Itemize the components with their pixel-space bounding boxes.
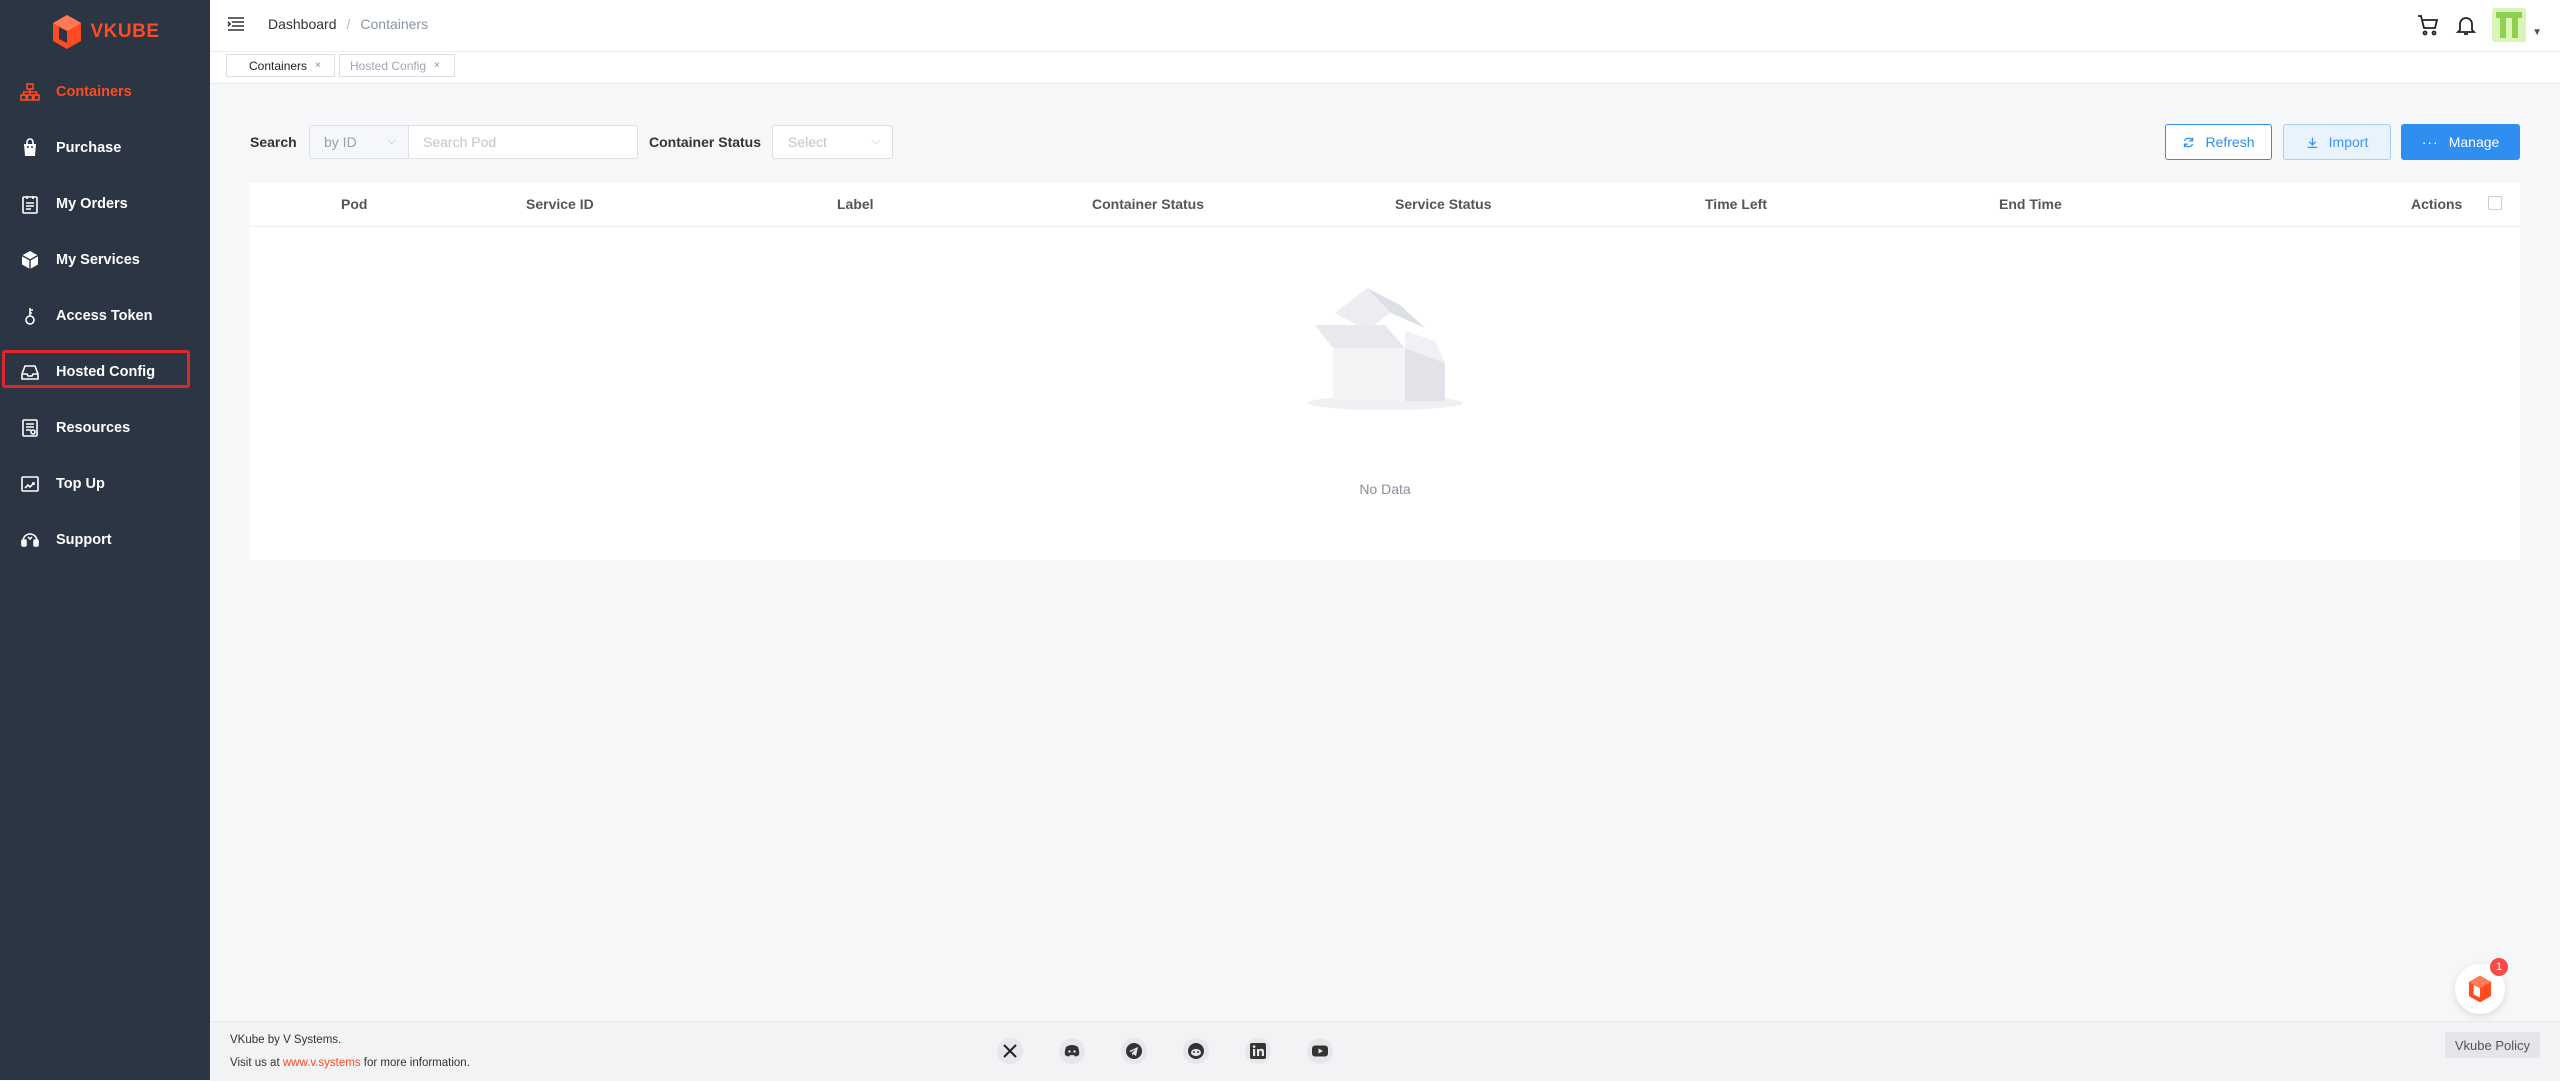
footer-visit: Visit us at www.v.systems for more infor…: [230, 1057, 470, 1069]
document-icon: [20, 418, 40, 438]
sidebar-item-label: Support: [56, 532, 112, 548]
column-header-service-status: Service Status: [1395, 196, 1492, 212]
sidebar-item-label: Access Token: [56, 308, 153, 324]
containers-table: Pod Service ID Label Container Status Se…: [250, 183, 2520, 560]
manage-button[interactable]: ··· Manage: [2401, 124, 2520, 160]
sidebar-item-my-orders[interactable]: My Orders: [0, 176, 210, 232]
column-header-time-left: Time Left: [1705, 196, 1767, 212]
inbox-icon: [20, 362, 40, 382]
search-by-select[interactable]: by ID ⌵: [309, 125, 409, 159]
tabs-bar: Containers × Hosted Config ×: [210, 52, 2560, 84]
avatar[interactable]: [2492, 8, 2527, 42]
notification-badge: 1: [2490, 958, 2508, 976]
sidebar-item-access-token[interactable]: Access Token: [0, 288, 210, 344]
import-label: Import: [2328, 134, 2369, 150]
headset-icon: [20, 530, 40, 550]
telegram-icon[interactable]: [1121, 1038, 1147, 1064]
chevron-down-icon: ⌵: [387, 135, 396, 147]
shopping-bag-icon: [20, 138, 40, 158]
tab-label: Containers: [249, 58, 308, 73]
footer-visit-prefix: Visit us at: [230, 1057, 283, 1069]
sidebar-item-label: Hosted Config: [56, 364, 156, 380]
breadcrumb-separator: /: [346, 16, 351, 32]
status-placeholder: Select: [788, 134, 827, 150]
sidebar-item-label: My Services: [56, 252, 140, 268]
sidebar: VKUBE Containers Purchase My Orders My S…: [0, 0, 210, 1080]
search-by-value: by ID: [324, 134, 357, 150]
sidebar-item-hosted-config[interactable]: Hosted Config: [0, 344, 210, 400]
sidebar-item-purchase[interactable]: Purchase: [0, 120, 210, 176]
column-header-actions: Actions: [2411, 196, 2463, 212]
column-header-service-id: Service ID: [526, 196, 594, 212]
linkedin-icon[interactable]: [1245, 1038, 1271, 1064]
breadcrumb-current: Containers: [360, 16, 429, 32]
sidebar-item-label: Resources: [56, 420, 131, 436]
tab-containers[interactable]: Containers ×: [226, 54, 335, 77]
manage-label: Manage: [2448, 134, 2500, 150]
sidebar-item-support[interactable]: Support: [0, 512, 210, 568]
sidebar-item-containers[interactable]: Containers: [0, 64, 210, 120]
column-header-end-time: End Time: [1999, 196, 2062, 212]
vkube-chat-icon: [2468, 975, 2492, 1003]
menu-toggle-icon[interactable]: [226, 14, 246, 34]
column-header-pod: Pod: [341, 196, 368, 212]
top-up-icon: [20, 474, 40, 494]
x-icon[interactable]: [997, 1038, 1023, 1064]
chat-launcher[interactable]: 1: [2455, 958, 2508, 1014]
discord-icon[interactable]: [1059, 1038, 1085, 1064]
empty-state-text: No Data: [1359, 481, 1411, 497]
tab-hosted-config[interactable]: Hosted Config ×: [339, 54, 455, 77]
close-icon[interactable]: ×: [434, 60, 440, 71]
footer-copyright: VKube by V Systems.: [230, 1034, 342, 1046]
brand-name: VKUBE: [90, 21, 160, 42]
tab-label: Hosted Config: [350, 58, 427, 73]
container-status-select[interactable]: Select ⌵: [772, 125, 893, 159]
reddit-icon[interactable]: [1183, 1038, 1209, 1064]
breadcrumb-home[interactable]: Dashboard: [268, 16, 337, 32]
cube-icon: [20, 250, 40, 270]
container-status-label: Container Status: [649, 134, 762, 150]
cart-icon[interactable]: [2416, 13, 2440, 37]
header: Dashboard / Containers ▼: [210, 0, 2560, 52]
sidebar-item-label: Top Up: [56, 476, 105, 492]
sidebar-nav: Containers Purchase My Orders My Service…: [0, 64, 210, 568]
chevron-down-icon[interactable]: ▼: [2532, 27, 2542, 38]
footer-visit-suffix: for more information.: [360, 1057, 470, 1069]
download-icon: [2307, 137, 2318, 148]
sidebar-item-resources[interactable]: Resources: [0, 400, 210, 456]
more-icon: ···: [2421, 134, 2439, 150]
chevron-down-icon: ⌵: [871, 135, 880, 147]
clipboard-icon: [20, 194, 40, 214]
search-pod-input[interactable]: [409, 125, 638, 159]
sidebar-item-label: Containers: [56, 84, 132, 100]
column-header-container-status: Container Status: [1092, 196, 1205, 212]
sitemap-icon: [20, 82, 40, 102]
vkube-logo-icon: [53, 15, 82, 49]
policy-button[interactable]: Vkube Policy: [2444, 1032, 2540, 1058]
social-links: [997, 1038, 1333, 1064]
empty-box-icon: [1307, 288, 1463, 410]
search-label: Search: [250, 134, 297, 150]
refresh-label: Refresh: [2205, 134, 2255, 150]
select-all-checkbox[interactable]: [2488, 196, 2502, 210]
sidebar-item-label: My Orders: [56, 196, 128, 212]
refresh-icon: [2184, 137, 2194, 147]
youtube-icon[interactable]: [1307, 1038, 1333, 1064]
table-header: Pod Service ID Label Container Status Se…: [250, 183, 2520, 227]
key-icon: [20, 306, 40, 326]
column-header-label: Label: [837, 196, 874, 212]
close-icon[interactable]: ×: [315, 60, 321, 71]
website-link[interactable]: www.v.systems: [283, 1057, 361, 1069]
sidebar-item-label: Purchase: [56, 140, 122, 156]
logo[interactable]: VKUBE: [0, 0, 210, 64]
header-actions: ▼: [2416, 8, 2542, 42]
sidebar-item-top-up[interactable]: Top Up: [0, 456, 210, 512]
sidebar-item-my-services[interactable]: My Services: [0, 232, 210, 288]
bell-icon[interactable]: [2454, 13, 2478, 37]
refresh-button[interactable]: Refresh: [2165, 124, 2272, 160]
footer: VKube by V Systems. Visit us at www.v.sy…: [210, 1021, 2560, 1081]
import-button[interactable]: Import: [2283, 124, 2391, 160]
breadcrumb: Dashboard / Containers: [268, 16, 428, 32]
